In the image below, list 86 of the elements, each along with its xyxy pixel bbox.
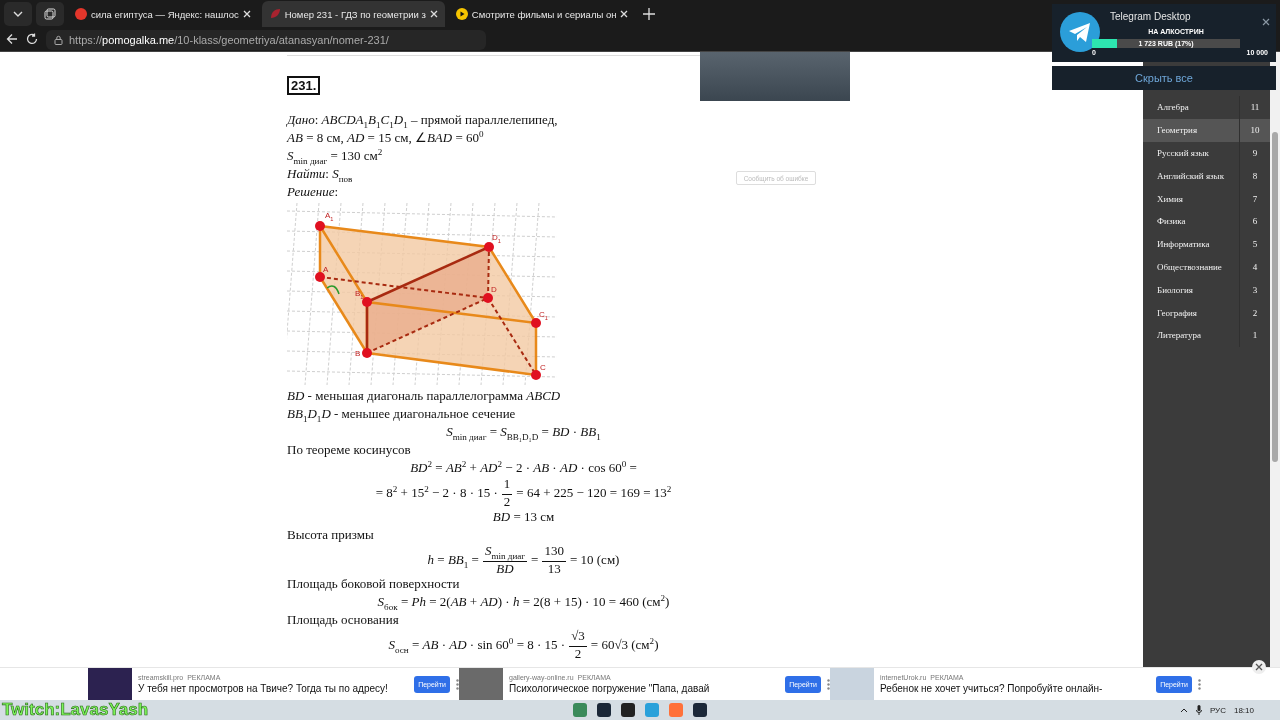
app-icon[interactable] bbox=[693, 703, 707, 717]
back-icon[interactable] bbox=[6, 32, 18, 45]
solution-text: BD - меньшая диагональ параллелограмма ABCD bbox=[287, 387, 562, 405]
problem-text: Решение: bbox=[287, 183, 340, 201]
problem-number: 231. bbox=[287, 76, 321, 95]
formula: S$_{min диаг}$ = S$_{BB₁D₁D}$ = BD · BB$_{1}$ bbox=[446, 423, 601, 441]
fraction-numerator: S$_{min диаг}$ bbox=[482, 544, 528, 562]
vertex-label: D$_{1}$ bbox=[492, 233, 501, 242]
scrollbar-thumb[interactable] bbox=[1272, 132, 1278, 462]
solution-text: Площадь боковой поверхности bbox=[287, 575, 461, 593]
close-icon[interactable] bbox=[1252, 660, 1266, 674]
kebab-icon[interactable] bbox=[456, 678, 459, 690]
formula: h = BB$_{1}$ = bbox=[427, 550, 479, 569]
formula: BD$^{2}$ = AB$^{2}$ + AD$^{2}$ − 2 · AB · AD · cos 60$^{0}$ = bbox=[410, 459, 637, 477]
vertex-label: C$_{1}$ bbox=[539, 310, 548, 319]
vertex-label: A bbox=[323, 265, 329, 274]
fraction-denominator: 2 bbox=[574, 647, 582, 660]
solution-text: BB$_{1}$D$_{1}$D - меньшее диагональное сечение bbox=[287, 405, 517, 423]
fraction-numerator: 1 bbox=[501, 477, 513, 495]
close-icon[interactable] bbox=[1262, 18, 1270, 26]
formula: S$_{осн}$ = AB · AD · sin 60$^{0}$ = 8 · 15 · bbox=[388, 635, 566, 654]
subject-name: Алгебра bbox=[1156, 102, 1190, 113]
ad-title[interactable]: У тебя нет просмотров на Твиче? Тогда ты по адресу! bbox=[138, 683, 408, 694]
reload-icon[interactable] bbox=[26, 32, 38, 45]
subject-item[interactable]: Геометрия 10 bbox=[1143, 118, 1270, 142]
fraction-numerator: 130 bbox=[542, 544, 566, 562]
ad-title[interactable]: Психологическое погружение "Папа, давай bbox=[509, 683, 779, 694]
subject-name: Литература bbox=[1156, 330, 1202, 341]
microphone-icon[interactable] bbox=[1195, 705, 1202, 715]
circle-icon bbox=[75, 8, 87, 20]
plus-icon bbox=[643, 8, 656, 20]
subject-name: Английский язык bbox=[1156, 170, 1226, 181]
app-icon[interactable] bbox=[621, 703, 635, 717]
overlay-text: Twitch:LavasYash bbox=[2, 700, 149, 720]
workspaces-button[interactable] bbox=[36, 2, 64, 26]
formula: = 60√3 (см$^{2}$) bbox=[590, 635, 659, 654]
vertex-label: C bbox=[540, 363, 546, 372]
hide-all-button[interactable]: Скрыть все bbox=[1052, 66, 1276, 90]
clock[interactable]: 18:10 bbox=[1233, 705, 1254, 715]
notification-title: Telegram Desktop bbox=[1110, 11, 1191, 22]
fraction-denominator: 13 bbox=[547, 562, 561, 575]
address-bar[interactable]: https://pomogalka.me/10-klass/geometriya/atanasyan/nomer-231/ bbox=[46, 29, 486, 50]
kebab-icon[interactable] bbox=[1198, 678, 1201, 690]
browser-tab[interactable]: Смотрите фильмы и сериалы он bbox=[448, 1, 636, 27]
app-icon[interactable] bbox=[597, 703, 611, 717]
subject-name: Геометрия bbox=[1156, 125, 1199, 136]
subject-name: Биология bbox=[1156, 284, 1194, 295]
problem-text: S$_{min диаг}$ = 130 см$^{2}$ bbox=[287, 147, 384, 165]
play-icon bbox=[455, 8, 468, 20]
language-indicator[interactable]: РУС bbox=[1209, 705, 1226, 715]
fraction-numerator: √3 bbox=[569, 629, 587, 647]
stacked-squares-icon bbox=[44, 8, 56, 20]
vertex-label: B bbox=[355, 349, 361, 358]
leaf-icon bbox=[268, 8, 281, 20]
fraction-denominator: BD bbox=[496, 562, 514, 575]
solution-text: По теореме косинусов bbox=[287, 441, 412, 459]
subject-name: Физика bbox=[1156, 216, 1187, 227]
formula: = 10 (см) bbox=[569, 550, 620, 569]
problem-text: Дано: ABCDA$_{1}$B$_{1}$C$_{1}$D$_{1}$ – прямой параллелепипед, bbox=[287, 111, 559, 129]
dropdown-button[interactable] bbox=[4, 2, 32, 26]
kebab-icon[interactable] bbox=[827, 678, 830, 690]
ad-title[interactable]: Ребенок не хочет учиться? Попробуйте онлайн- bbox=[880, 683, 1150, 694]
solution-text: Площадь основания bbox=[287, 611, 400, 629]
fraction-denominator: 2 bbox=[503, 495, 511, 508]
subject-name: География bbox=[1156, 307, 1198, 318]
lock-icon bbox=[54, 34, 63, 45]
formula: BD = 13 см bbox=[492, 508, 555, 526]
formula: S$_{бок}$ = Ph = 2(AB + AD) · h = 2(8 + 15) · 10 = 460 (см$^{2}$) bbox=[377, 593, 670, 611]
problem-text: Найти: S$_{пов}$ bbox=[287, 166, 354, 183]
subject-name: Информатика bbox=[1156, 239, 1211, 250]
paper-plane-icon bbox=[1060, 12, 1100, 52]
subject-name: Русский язык bbox=[1156, 148, 1210, 158]
problem-text: AB = 8 см, AD = 15 см, ∠BAD = 60$^{0}$ bbox=[287, 129, 485, 147]
vertex-label: B$_{1}$ bbox=[355, 289, 364, 298]
formula: = bbox=[531, 550, 539, 569]
solution-text: Высота призмы bbox=[287, 526, 375, 544]
vertex-label: A$_{1}$ bbox=[325, 211, 334, 220]
browser-tab[interactable]: сила египтуса — Яндекс: нашлос bbox=[68, 1, 258, 27]
vertex-label: D bbox=[491, 285, 497, 294]
formula: = 64 + 225 − 120 = 169 = 13$^{2}$ bbox=[516, 483, 672, 502]
subject-name: Химия bbox=[1156, 193, 1184, 204]
subject-name: Обществознание bbox=[1156, 261, 1223, 272]
chevron-down-icon bbox=[13, 11, 23, 17]
browser-tab[interactable]: Номер 231 - ГДЗ по геометрии з bbox=[261, 1, 445, 27]
chevron-up-icon[interactable] bbox=[1179, 707, 1188, 713]
formula: = 8$^{2}$ + 15$^{2}$ − 2 · 8 · 15 · bbox=[375, 483, 498, 502]
